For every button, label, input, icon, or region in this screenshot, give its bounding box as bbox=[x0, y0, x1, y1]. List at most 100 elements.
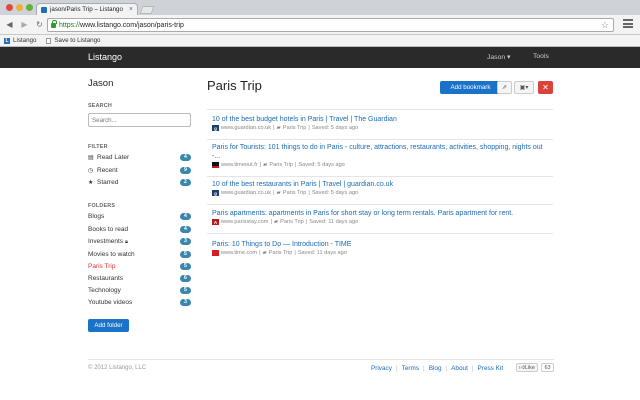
tools-menu[interactable]: Tools bbox=[533, 53, 549, 60]
star-icon: ★ bbox=[88, 180, 94, 186]
add-folder-button[interactable]: Add folder bbox=[88, 319, 129, 332]
separator: | bbox=[305, 219, 308, 225]
footer-link-privacy[interactable]: Privacy bbox=[371, 365, 392, 372]
bookmark-title-link[interactable]: 10 of the best budget hotels in Paris | … bbox=[212, 115, 548, 124]
folder-technology[interactable]: Technology 5 bbox=[88, 286, 191, 295]
separator: | bbox=[395, 365, 398, 372]
user-menu[interactable]: Jason ▾ bbox=[487, 53, 510, 61]
count-badge: 2 bbox=[180, 179, 191, 186]
folder-books-to-read[interactable]: Books to read 4 bbox=[88, 225, 191, 234]
filter-label: Read Later bbox=[97, 154, 130, 161]
filter-section-label: FILTER bbox=[88, 144, 108, 150]
bookmark-saved: Saved: 11 days ago bbox=[309, 219, 359, 225]
like-button[interactable]: 👍︎ Like bbox=[516, 363, 538, 372]
filter-read-later[interactable]: ▤ Read Later 4 bbox=[88, 153, 191, 162]
minimize-window-button[interactable] bbox=[16, 4, 23, 11]
options-dropdown-button[interactable]: ▣ ▾ bbox=[514, 81, 534, 94]
brand-logo[interactable]: Listango bbox=[88, 52, 122, 62]
folder-label-wrap: Investments 🔒︎ bbox=[88, 238, 180, 246]
new-tab-button[interactable] bbox=[139, 6, 155, 14]
footer-link-blog[interactable]: Blog bbox=[429, 365, 442, 372]
bookmark-folder[interactable]: Paris Trip bbox=[269, 162, 293, 168]
window-controls bbox=[6, 4, 33, 11]
folder-blogs[interactable]: Blogs 4 bbox=[88, 212, 191, 221]
bookmark-title-link[interactable]: Paris: 10 Things to Do — Introduction - … bbox=[212, 240, 548, 249]
bookmark-domain[interactable]: www.guardian.co.uk bbox=[221, 125, 271, 131]
url-scheme: https:// bbox=[59, 21, 81, 29]
count-badge: 5 bbox=[180, 287, 191, 294]
close-icon[interactable]: × bbox=[129, 6, 133, 13]
forward-arrow-icon[interactable]: ▶ bbox=[19, 19, 30, 30]
bookmark-domain[interactable]: www.time.com bbox=[221, 250, 257, 256]
count-badge: 6 bbox=[180, 275, 191, 282]
listango-favicon-icon bbox=[41, 6, 47, 13]
folder-movies-to-watch[interactable]: Movies to watch 5 bbox=[88, 250, 191, 259]
folder-label: Youtube videos bbox=[88, 299, 133, 306]
folder-restaurants[interactable]: Restaurants 6 bbox=[88, 274, 191, 283]
folder-paris-trip[interactable]: Paris Trip 5 bbox=[88, 262, 191, 271]
separator: | bbox=[273, 190, 275, 196]
chevron-down-icon: ▾ bbox=[525, 85, 529, 91]
filter-starred[interactable]: ★ Starred 2 bbox=[88, 178, 191, 187]
lock-icon bbox=[51, 20, 57, 28]
count-badge: 4 bbox=[180, 154, 191, 161]
delete-folder-button[interactable]: ✕ bbox=[538, 81, 553, 94]
bookmark-item: Paris: 10 Things to Do — Introduction - … bbox=[212, 240, 548, 256]
bookmark-saved: Saved: 5 days ago bbox=[311, 190, 359, 196]
count-badge: 5 bbox=[180, 263, 191, 270]
bookmark-folder[interactable]: Paris Trip bbox=[269, 250, 293, 256]
search-input[interactable] bbox=[88, 113, 191, 127]
folder-label: Restaurants bbox=[88, 275, 124, 282]
bookmark-folder[interactable]: Paris Trip bbox=[280, 219, 304, 225]
bookmark-title-link[interactable]: 10 of the best restaurants in Paris | Tr… bbox=[212, 180, 548, 189]
bookmark-item: 10 of the best budget hotels in Paris | … bbox=[212, 115, 548, 131]
bookmark-title-link[interactable]: Paris apartments: apartments in Paris fo… bbox=[212, 209, 548, 218]
footer-link-about[interactable]: About bbox=[451, 365, 468, 372]
address-bar[interactable]: https://www.listango.com/jason/paris-tri… bbox=[47, 18, 614, 32]
maximize-window-button[interactable] bbox=[26, 4, 33, 11]
bookmark-item: 10 of the best restaurants in Paris | Tr… bbox=[212, 180, 548, 196]
like-label: Like bbox=[524, 364, 535, 371]
bookmark-meta: g www.guardian.co.uk | ▰ Paris Trip | Sa… bbox=[212, 190, 548, 196]
bookmark-meta: A www.parisstay.com | ▰ Paris Trip | Sav… bbox=[212, 219, 548, 225]
bookmark-listango[interactable]: L Listango bbox=[4, 37, 36, 44]
count-badge: 4 bbox=[180, 226, 191, 233]
separator: | bbox=[295, 162, 297, 168]
divider bbox=[207, 176, 553, 177]
bookmark-meta: www.timeout.fr | ▰ Paris Trip | Saved: 5… bbox=[212, 162, 548, 168]
bookmark-title-link[interactable]: Paris for Tourists: 101 things to do in … bbox=[212, 143, 548, 161]
bookmark-domain[interactable]: www.guardian.co.uk bbox=[221, 190, 271, 196]
close-window-button[interactable] bbox=[6, 4, 13, 11]
hamburger-menu-icon[interactable] bbox=[623, 19, 633, 28]
separator: | bbox=[270, 219, 272, 225]
back-arrow-icon[interactable]: ◀ bbox=[4, 19, 15, 30]
bookmark-folder[interactable]: Paris Trip bbox=[283, 125, 307, 131]
bookmark-star-icon[interactable]: ☆ bbox=[601, 20, 609, 31]
listango-icon: L bbox=[4, 37, 10, 44]
share-button[interactable]: ⇗ bbox=[497, 81, 512, 94]
url-path: www.listango.com/jason/paris-trip bbox=[80, 21, 184, 29]
browser-tab[interactable]: jason/Paris Trip – Listango × bbox=[36, 3, 138, 15]
bookmark-domain[interactable]: www.parisstay.com bbox=[221, 219, 268, 225]
bookmark-saved: Saved: 5 days ago bbox=[311, 125, 359, 131]
clock-icon: ◷ bbox=[88, 168, 94, 174]
reload-icon[interactable]: ↻ bbox=[34, 19, 45, 30]
footer-link-terms[interactable]: Terms bbox=[402, 365, 419, 372]
folder-icon: ▰ bbox=[276, 125, 281, 131]
bookmark-domain[interactable]: www.timeout.fr bbox=[221, 162, 258, 168]
bookmark-folder[interactable]: Paris Trip bbox=[283, 190, 307, 196]
bookmark-label: Listango bbox=[13, 37, 37, 44]
folder-investments[interactable]: Investments 🔒︎ 3 bbox=[88, 237, 191, 246]
bookmark-item: Paris for Tourists: 101 things to do in … bbox=[212, 143, 548, 168]
divider bbox=[207, 109, 553, 110]
separator: | bbox=[259, 162, 262, 168]
filter-recent[interactable]: ◷ Recent 9 bbox=[88, 166, 191, 175]
bookmark-save-to-listango[interactable]: Save to Listango bbox=[46, 37, 101, 44]
folder-youtube-videos[interactable]: Youtube videos 3 bbox=[88, 298, 191, 307]
divider bbox=[207, 204, 553, 205]
footer-link-press-kit[interactable]: Press Kit bbox=[478, 365, 504, 372]
tab-title: jason/Paris Trip – Listango bbox=[50, 6, 123, 13]
folder-label: Paris Trip bbox=[88, 263, 116, 270]
separator: | bbox=[259, 250, 261, 256]
add-bookmark-button[interactable]: Add bookmark bbox=[440, 81, 501, 94]
